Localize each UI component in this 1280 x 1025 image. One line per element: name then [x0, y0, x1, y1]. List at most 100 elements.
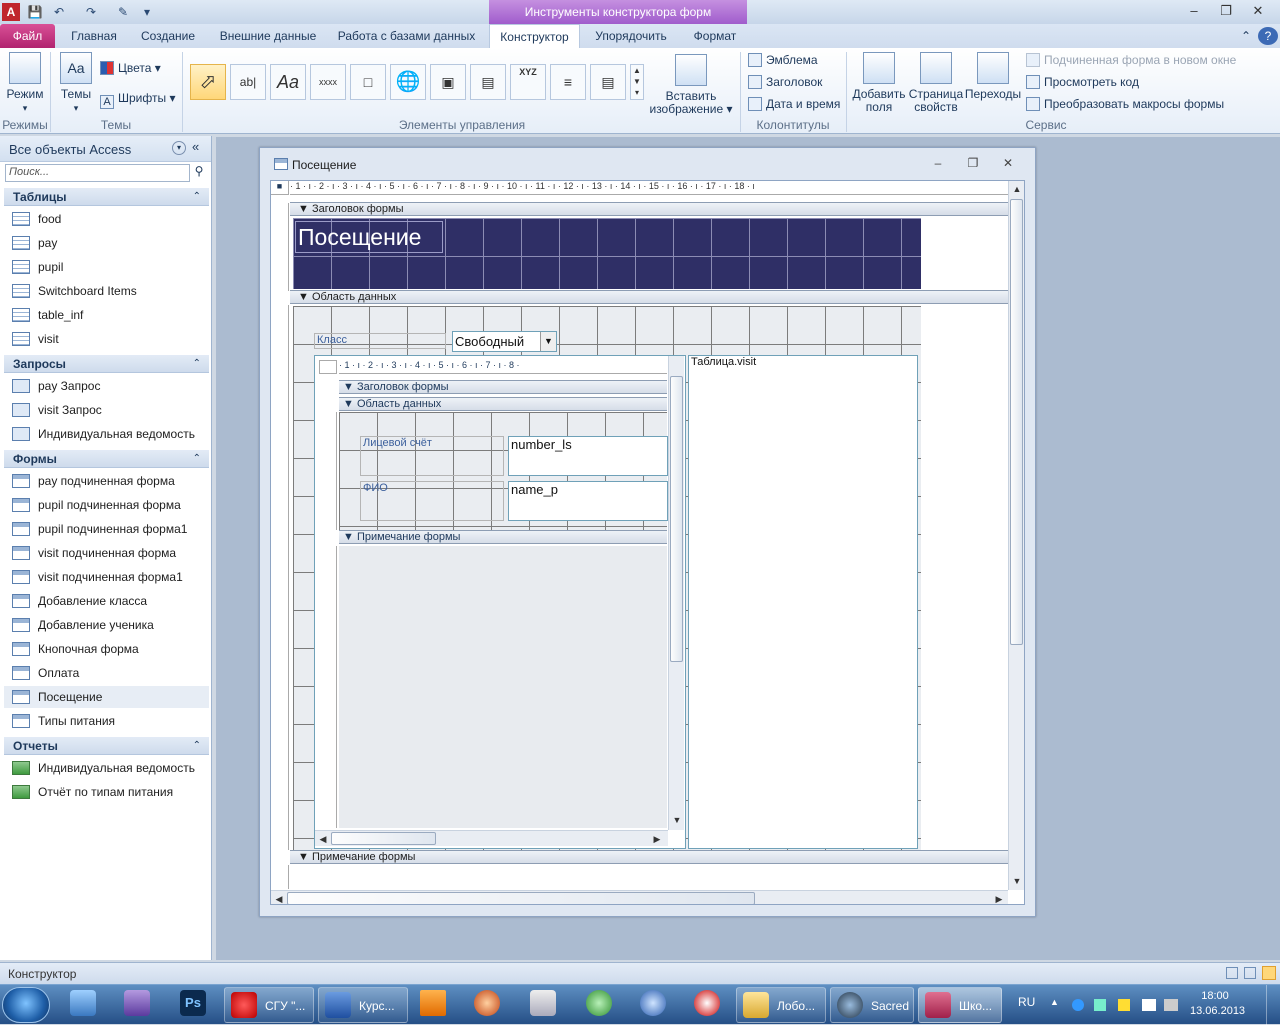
taskbar-opera[interactable]: СГУ "... — [224, 987, 314, 1023]
scroll-left-icon[interactable]: ◀ — [271, 891, 287, 904]
nav-item[interactable]: pay подчиненная форма — [12, 470, 175, 492]
option-group-control[interactable]: XYZ — [510, 64, 546, 100]
design-view-icon[interactable] — [1262, 966, 1276, 980]
view-button[interactable]: Режим ▾ — [4, 52, 46, 115]
form-minimize-icon[interactable]: – — [927, 156, 949, 172]
nav-item[interactable]: pay — [12, 232, 57, 254]
name-field[interactable]: name_p — [508, 481, 668, 521]
tab-arrange[interactable]: Упорядочить — [586, 24, 676, 48]
view-code-button[interactable]: Просмотреть код — [1026, 72, 1139, 92]
tab-control[interactable]: □ — [350, 64, 386, 100]
photoshop-icon[interactable]: Ps — [180, 990, 206, 1016]
label-control[interactable]: Aa — [270, 64, 306, 100]
start-button[interactable] — [2, 987, 50, 1023]
scroll-down-icon[interactable]: ▼ — [1009, 873, 1024, 889]
subform-scroll-down-icon[interactable]: ▼ — [669, 812, 685, 828]
minimize-icon[interactable]: – — [1180, 2, 1208, 20]
nav-item[interactable]: table_inf — [12, 304, 83, 326]
subform-footer-area[interactable] — [339, 546, 667, 828]
form-footer-section-bar[interactable]: ▼ Примечание формы — [290, 850, 1008, 864]
nav-section-tables[interactable]: Таблицы ⌃ — [4, 188, 209, 206]
hscroll-thumb[interactable] — [287, 892, 755, 904]
scroll-right-icon[interactable]: ▶ — [991, 891, 1007, 904]
themes-button[interactable]: Aa Темы ▾ — [56, 52, 96, 115]
subform-scroll-right-icon[interactable]: ▶ — [649, 831, 665, 847]
collapse-ribbon-icon[interactable]: ⌃ — [1236, 24, 1256, 48]
search-input[interactable]: Поиск... — [5, 164, 190, 182]
textbox-control[interactable]: ab| — [230, 64, 266, 100]
taskbar-sacred[interactable]: Sacred — [830, 987, 914, 1023]
nav-item[interactable]: visit — [12, 328, 59, 350]
subform-new-window-button[interactable]: Подчиненная форма в новом окне — [1026, 50, 1236, 70]
subform-selector[interactable] — [319, 360, 337, 374]
tray-volume-icon[interactable] — [1164, 999, 1178, 1011]
nav-section-queries[interactable]: Запросы ⌃ — [4, 355, 209, 373]
nav-item[interactable]: Индивидуальная ведомость — [12, 423, 195, 445]
nav-item[interactable]: Индивидуальная ведомость — [12, 757, 195, 779]
date-time-button[interactable]: Дата и время — [748, 94, 840, 114]
translator-icon[interactable] — [640, 990, 666, 1016]
nav-item[interactable]: pupil подчиненная форма1 — [12, 518, 187, 540]
chevron-up-icon[interactable]: ⌃ — [193, 355, 201, 373]
colors-button[interactable]: Цвета ▾ — [100, 58, 161, 78]
detail-section-bar[interactable]: ▼ Область данных — [290, 290, 1008, 304]
account-label[interactable]: Лицевой счёт — [360, 436, 504, 476]
nav-item[interactable]: Отчёт по типам питания — [12, 781, 173, 803]
tray-power-icon[interactable] — [1142, 999, 1156, 1011]
nav-header[interactable]: Все объекты Access ▾ « — [0, 136, 211, 162]
subform-detail-bar[interactable]: ▼ Область данных — [339, 397, 667, 411]
add-fields-button[interactable]: Добавить поля — [850, 52, 908, 114]
tab-file[interactable]: Файл — [0, 24, 55, 48]
subform-vscroll-thumb[interactable] — [670, 376, 683, 662]
virtualbox-icon[interactable] — [70, 990, 96, 1016]
combo-dropdown-icon[interactable]: ▼ — [540, 332, 556, 351]
subform-vertical-scrollbar[interactable]: ▼ — [668, 356, 684, 830]
hyperlink-control[interactable]: 🌐 — [390, 64, 426, 100]
nav-section-forms[interactable]: Формы ⌃ — [4, 450, 209, 468]
nav-item[interactable]: visit подчиненная форма — [12, 542, 176, 564]
title-button[interactable]: Заголовок — [748, 72, 822, 92]
fonts-button[interactable]: A Шрифты ▾ — [100, 88, 175, 109]
nav-section-reports[interactable]: Отчеты ⌃ — [4, 737, 209, 755]
chevron-up-icon[interactable]: ⌃ — [193, 450, 201, 468]
tray-flag-icon[interactable] — [1118, 999, 1130, 1011]
clock[interactable]: 18:00 13.06.2013 — [1190, 989, 1245, 1019]
nav-item[interactable]: Типы питания — [12, 710, 115, 732]
vlc-icon[interactable] — [420, 990, 446, 1016]
nav-item[interactable]: pupil подчиненная форма — [12, 494, 181, 516]
page-break-control[interactable]: ≡ — [550, 64, 586, 100]
nav-item[interactable]: Добавление ученика — [12, 614, 154, 636]
account-field[interactable]: number_ls — [508, 436, 668, 476]
tab-create[interactable]: Создание — [134, 24, 202, 48]
calculator-icon[interactable] — [530, 990, 556, 1016]
insert-image-button[interactable]: Вставить изображение ▾ — [648, 54, 734, 116]
language-indicator[interactable]: RU — [1018, 995, 1035, 1009]
show-desktop-button[interactable] — [1266, 985, 1280, 1025]
taskbar-explorer[interactable]: Лобо... — [736, 987, 826, 1023]
tab-home[interactable]: Главная — [63, 24, 125, 48]
navigation-control[interactable]: ▤ — [470, 64, 506, 100]
tab-order-button[interactable]: Переходы — [964, 52, 1022, 101]
help-icon[interactable]: ? — [1258, 27, 1278, 45]
tray-network-icon[interactable] — [1072, 999, 1084, 1011]
tab-design[interactable]: Конструктор — [489, 24, 580, 49]
form-view-icon[interactable] — [1226, 967, 1238, 979]
subform-source-label[interactable]: Таблица.visit — [688, 355, 918, 849]
nav-item[interactable]: Посещение — [4, 686, 209, 708]
close-icon[interactable]: ✕ — [1244, 2, 1272, 20]
chevron-up-icon[interactable]: ⌃ — [193, 188, 201, 206]
logo-button[interactable]: Эмблема — [748, 50, 818, 70]
combo-box-control[interactable]: ▤ — [590, 64, 626, 100]
subform-control[interactable]: · 1 · ı · 2 · ı · 3 · ı · 4 · ı · 5 · ı … — [314, 355, 686, 849]
convert-macros-button[interactable]: Преобразовать макросы формы — [1026, 94, 1224, 114]
subform-hscroll-thumb[interactable] — [331, 832, 436, 845]
form-close-icon[interactable]: ✕ — [997, 156, 1019, 172]
nav-item[interactable]: pay Запрос — [12, 375, 100, 397]
subform-footer-bar[interactable]: ▼ Примечание формы — [339, 530, 667, 544]
name-label[interactable]: ФИО — [360, 481, 504, 521]
scroll-up-icon[interactable]: ▲ — [1009, 181, 1024, 197]
chevron-up-icon[interactable]: ⌃ — [193, 737, 201, 755]
vertical-scrollbar[interactable]: ▲ ▼ — [1008, 181, 1024, 890]
tab-external-data[interactable]: Внешние данные — [212, 24, 324, 48]
nav-item[interactable]: Добавление класса — [12, 590, 147, 612]
